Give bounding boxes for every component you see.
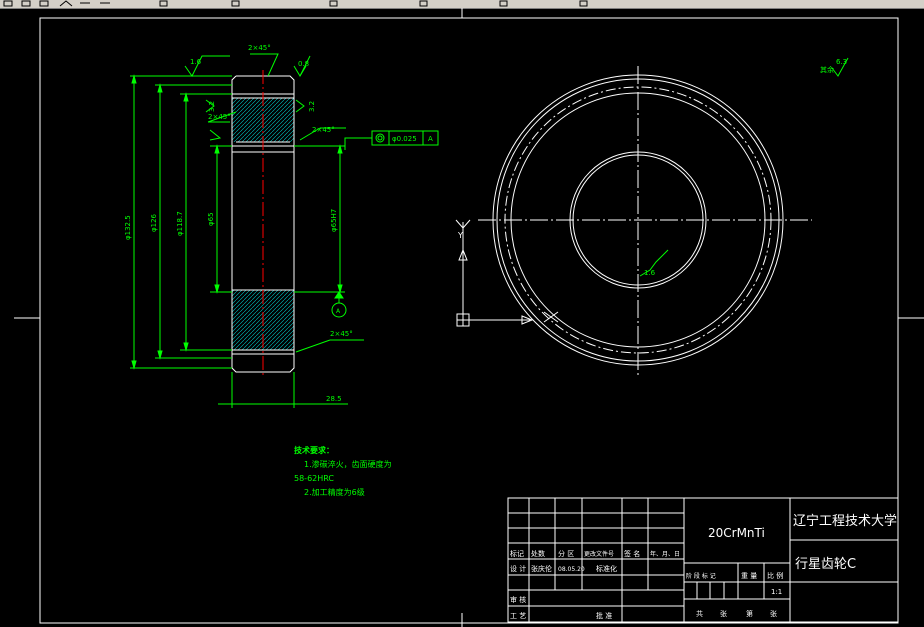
scale-value: 1:1 [771, 588, 782, 596]
design-col-4: 标准化 [596, 564, 617, 573]
sheet-text-1: 共 [696, 609, 703, 618]
chamfer-small-label: 2×45° [208, 113, 231, 121]
rough-top-right-label: 0.8 [298, 60, 309, 68]
ucs-y-label: Y [457, 231, 463, 240]
chamfer-mid-label: 2×45° [312, 126, 335, 134]
stage-label: 阶 段 标 记 [686, 572, 716, 580]
rough-small-2-label: 3.2 [308, 101, 316, 112]
section-view [231, 70, 295, 378]
chamfer-top-label: 2×45° [248, 44, 271, 52]
header-col-5: 签 名 [624, 549, 640, 558]
tech-notes: 技术要求： 1.渗碳淬火，齿面硬度为 58-62HRC 2.加工精度为6级 [294, 445, 392, 497]
design-col-1: 设 计 [510, 564, 526, 573]
school-label: 辽宁工程技术大学 [793, 513, 897, 529]
tol-datum-label: A [428, 135, 433, 143]
dia-outer-label: φ132.5 [124, 215, 132, 240]
notes-heading: 技术要求： [294, 445, 334, 455]
approve-label: 批 准 [596, 611, 612, 620]
header-col-3: 分 区 [558, 549, 574, 558]
drawing-canvas[interactable]: 2×45° 2×45° 2×45° 2×45° 1.6 0.8 3.2 3.2 … [0, 0, 924, 627]
notes-line1: 1.渗碳淬火，齿面硬度为 [304, 459, 392, 469]
notes-line2: 58-62HRC [294, 474, 334, 483]
sheet-text-3: 第 [746, 609, 753, 618]
dia-126-label: φ126 [150, 213, 158, 232]
design-col-3: 08.05.20 [558, 566, 585, 573]
front-view [478, 66, 812, 378]
dia-root-label: φ118.7 [176, 211, 184, 236]
weight-label: 重 量 [741, 572, 757, 580]
sheet-text-2: 张 [720, 609, 727, 618]
material-label: 20CrMnTi [708, 526, 765, 540]
header-col-4: 更改文件号 [584, 550, 614, 558]
sheet-text-4: 张 [770, 609, 777, 618]
notes-line3: 2.加工精度为6级 [304, 487, 365, 497]
header-col-2: 处数 [531, 549, 545, 558]
design-col-2: 张庆伦 [531, 564, 552, 573]
review-label: 审 核 [510, 595, 526, 604]
process-label: 工 艺 [510, 612, 526, 620]
header-col-6: 年、月、日 [650, 550, 680, 558]
scale-label: 比 例 [767, 571, 783, 580]
roughness-circle-label: 1.6 [644, 269, 656, 277]
rough-top-left-label: 1.6 [190, 58, 202, 66]
part-name-label: 行星齿轮C [795, 557, 856, 572]
rough-small-1-label: 3.2 [208, 101, 216, 112]
width-label: 28.5 [326, 395, 342, 403]
header-col-1: 标记 [510, 549, 524, 558]
other-rough-label: 其余 [820, 65, 834, 74]
chamfer-bottom-label: 2×45° [330, 330, 353, 338]
title-block-texts: 20CrMnTi 辽宁工程技术大学 行星齿轮C 标记 处数 分 区 更改文件号 … [510, 513, 897, 620]
tol-value-label: φ0.025 [392, 135, 417, 143]
dia-bore-right-label: φ65H7 [330, 209, 338, 232]
datum-label: A [336, 308, 341, 315]
dia-bore-left-label: φ65 [207, 212, 215, 226]
